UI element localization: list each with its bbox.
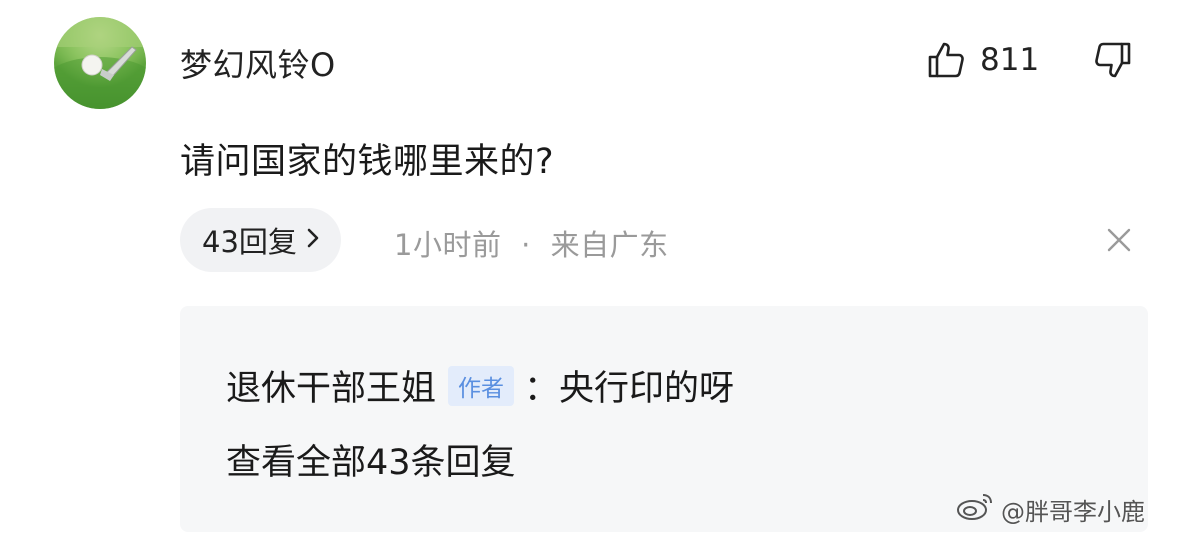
thumbs-down-icon[interactable] — [1093, 40, 1133, 80]
avatar[interactable] — [54, 17, 146, 109]
chevron-right-icon — [305, 223, 321, 257]
author-badge: 作者 — [448, 365, 515, 406]
watermark: @胖哥李小鹿 — [955, 491, 1145, 527]
like-button[interactable]: 811 — [926, 40, 1039, 80]
view-all-replies-link[interactable]: 查看全部43条回复 — [226, 434, 516, 485]
close-icon[interactable] — [1104, 225, 1134, 255]
thumbs-up-icon — [926, 40, 966, 80]
reply-text: ：央行印的呀 — [524, 369, 735, 409]
reply-author[interactable]: 退休干部王姐 — [226, 360, 436, 411]
golf-avatar-image — [54, 17, 146, 109]
weibo-logo-icon — [955, 491, 995, 527]
comment-text: 请问国家的钱哪里来的? — [180, 142, 555, 182]
like-count: 811 — [980, 42, 1040, 78]
reply-count-label: 43回复 — [202, 225, 297, 259]
comment-username[interactable]: 梦幻风铃O — [180, 40, 336, 86]
comment-location: 来自广东 — [550, 228, 669, 262]
watermark-text: @胖哥李小鹿 — [1001, 497, 1145, 526]
comment-meta: 1小时前 · 来自广东 — [394, 222, 669, 264]
reply-count-button[interactable]: 43回复 — [180, 208, 341, 272]
comment-time: 1小时前 — [394, 228, 502, 262]
meta-separator: · — [521, 228, 531, 262]
reply-preview-line: 退休干部王姐 作者 ：央行印的呀 — [226, 360, 734, 411]
